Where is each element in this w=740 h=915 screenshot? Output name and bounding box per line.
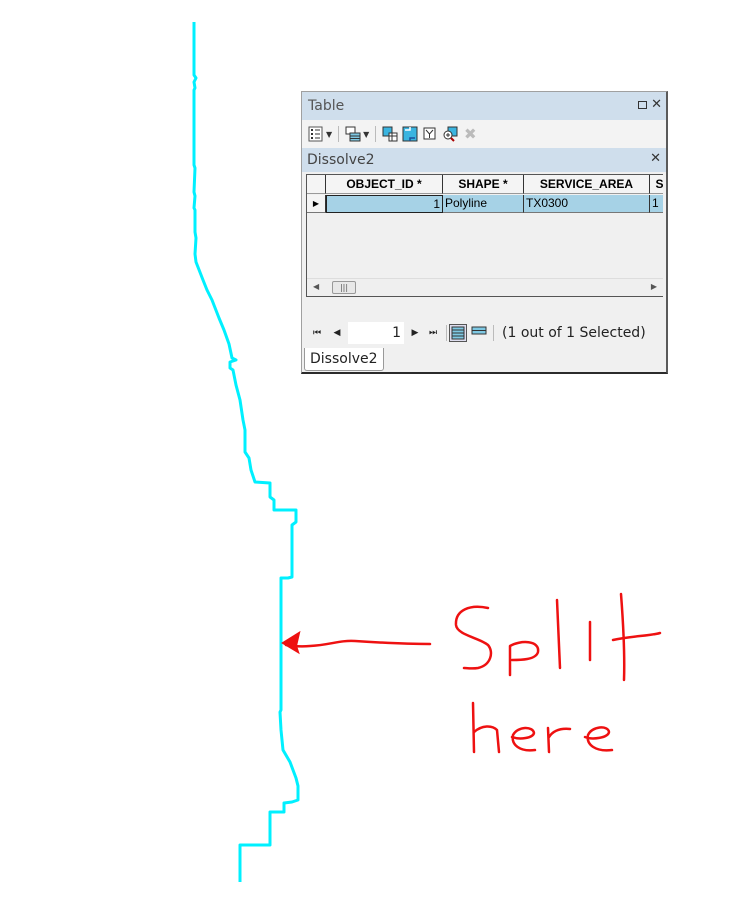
select-by-attributes-icon[interactable]: [382, 126, 398, 142]
zoom-to-selected-icon[interactable]: [442, 126, 458, 142]
table-options-icon[interactable]: [308, 126, 324, 142]
show-selected-records-icon[interactable]: [471, 325, 487, 341]
related-tables-icon[interactable]: [345, 126, 361, 142]
column-header[interactable]: SHAPE *: [443, 175, 524, 194]
first-record-icon[interactable]: ⏮: [310, 328, 324, 338]
record-navigator: ⏮ ◀ 1 ▶ ⏭ (1 out of 1 Selected): [306, 320, 663, 346]
row-selector-icon[interactable]: ▶: [307, 195, 326, 213]
toolbar-separator: [446, 325, 447, 341]
toolbar-separator: [375, 126, 377, 142]
table-window[interactable]: Table ✕ ▼ ▼ ✖ Dissolve2 ✕ OBJECT_ID * SH…: [301, 91, 668, 374]
horizontal-scrollbar[interactable]: ◀ ||| ▶: [307, 278, 663, 296]
selection-status: (1 out of 1 Selected): [502, 325, 646, 341]
layer-table-title: Dissolve2: [307, 152, 375, 168]
last-record-icon[interactable]: ⏭: [426, 328, 440, 338]
row-selector-header: [307, 175, 326, 194]
table-toolbar: ▼ ▼ ✖: [302, 120, 666, 148]
layer-table-header: Dissolve2 ✕: [302, 148, 666, 172]
attribute-grid[interactable]: OBJECT_ID * SHAPE * SERVICE_AREA S ▶ 1 P…: [306, 174, 663, 297]
previous-record-icon[interactable]: ◀: [330, 328, 344, 338]
table-cell[interactable]: TX0300: [524, 195, 650, 213]
chevron-down-icon[interactable]: ▼: [363, 130, 369, 139]
current-record-input[interactable]: 1: [348, 322, 404, 344]
toolbar-separator: [338, 126, 340, 142]
close-icon[interactable]: ✕: [651, 98, 662, 111]
scroll-left-icon[interactable]: ◀: [313, 282, 319, 291]
table-window-titlebar[interactable]: Table ✕: [302, 92, 666, 120]
scrollbar-thumb[interactable]: |||: [332, 281, 356, 294]
tab-dissolve2[interactable]: Dissolve2: [304, 348, 384, 371]
grid-header-row: OBJECT_ID * SHAPE * SERVICE_AREA S: [307, 175, 663, 195]
arrow-head-icon: [281, 630, 301, 655]
next-record-icon[interactable]: ▶: [408, 328, 422, 338]
annotation-split: [454, 592, 662, 682]
close-icon[interactable]: ✕: [650, 151, 661, 166]
column-header[interactable]: S: [650, 175, 663, 194]
restore-icon[interactable]: [638, 101, 648, 109]
clear-selection-icon[interactable]: [422, 126, 438, 142]
column-header[interactable]: OBJECT_ID *: [326, 175, 443, 194]
table-cell[interactable]: 1: [650, 195, 663, 213]
window-title: Table: [308, 98, 345, 114]
scroll-right-icon[interactable]: ▶: [651, 282, 657, 291]
column-header[interactable]: SERVICE_AREA: [524, 175, 650, 194]
delete-selected-icon[interactable]: ✖: [462, 126, 478, 142]
toolbar-separator: [493, 325, 494, 341]
table-cell[interactable]: Polyline: [443, 195, 524, 213]
switch-selection-icon[interactable]: [402, 126, 418, 142]
table-row[interactable]: ▶ 1 Polyline TX0300 1: [307, 195, 663, 213]
annotation-here: [471, 701, 614, 754]
table-cell[interactable]: 1: [326, 195, 443, 213]
arrow-icon: [284, 639, 432, 648]
polyline-feature[interactable]: [192, 22, 300, 882]
chevron-down-icon[interactable]: ▼: [326, 130, 332, 139]
show-all-records-icon[interactable]: [449, 324, 467, 342]
